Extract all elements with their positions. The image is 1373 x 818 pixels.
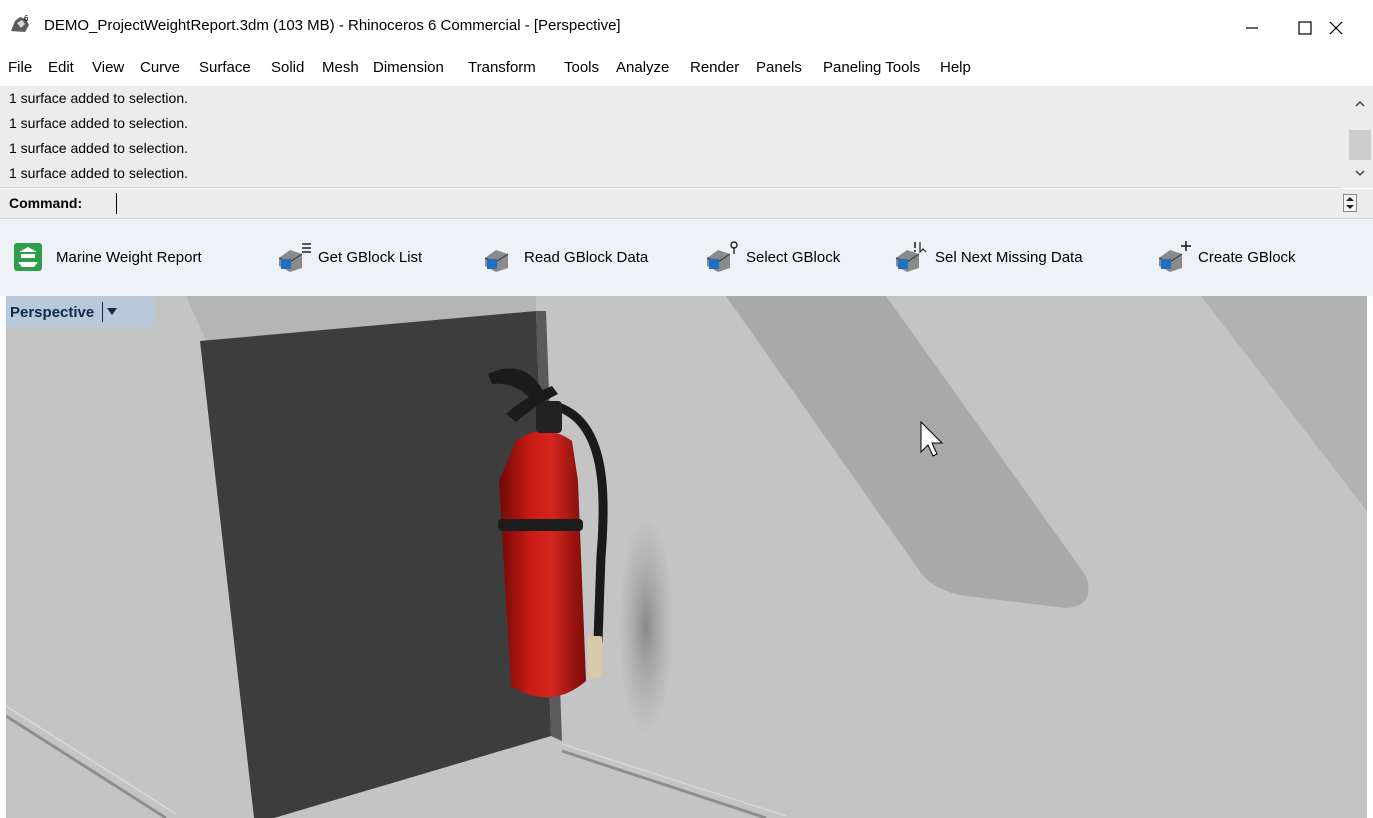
toolbar-label: Create GBlock [1198,248,1296,266]
window-title: DEMO_ProjectWeightReport.3dm (103 MB) - … [44,17,621,34]
extinguisher-strap [498,519,583,531]
history-scrollbar[interactable] [1341,86,1373,188]
create-gblock-button[interactable]: Create GBlock [1156,240,1296,274]
menu-help[interactable]: Help [940,59,971,76]
gblock-list-icon [278,243,311,272]
viewport-scene [6,296,1367,818]
minimize-button[interactable] [1222,0,1282,56]
menu-tools[interactable]: Tools [564,59,599,76]
close-icon [1329,21,1343,35]
hose-nozzle [588,636,602,678]
history-line: 1 surface added to selection. [9,140,189,156]
extinguisher-valve [536,401,562,433]
menu-surface[interactable]: Surface [199,59,251,76]
scroll-up-button[interactable] [1349,94,1371,114]
marine-weight-report-icon [14,243,42,271]
menu-paneling-tools[interactable]: Paneling Tools [823,59,920,76]
spin-arrows-icon [1346,197,1354,209]
extinguisher-body [499,431,586,698]
command-label: Command: [9,195,83,211]
svg-text:6: 6 [24,14,29,23]
minimize-icon [1246,27,1258,29]
menu-render[interactable]: Render [690,59,739,76]
toolbar-label: Marine Weight Report [56,248,202,266]
command-history: 1 surface added to selection. 1 surface … [0,86,1373,188]
triangle-down-icon [106,308,117,315]
menu-edit[interactable]: Edit [48,59,74,76]
viewport-title: Perspective [10,303,95,321]
gblock-next-missing-icon [895,242,927,272]
gblock-select-icon [706,241,738,272]
menu-analyze[interactable]: Analyze [616,59,669,76]
rhino-app-icon[interactable]: 6 [9,13,31,35]
scroll-thumb[interactable] [1349,130,1371,160]
gblock-create-icon [1158,241,1191,272]
viewport-menu-button[interactable] [102,302,120,322]
menu-view[interactable]: View [92,59,124,76]
command-spinner[interactable] [1343,194,1357,212]
marine-toolbar: Marine Weight Report Get GBlock List Rea… [0,220,1373,296]
toolbar-label: Get GBlock List [318,248,423,266]
title-bar: 6 DEMO_ProjectWeightReport.3dm (103 MB) … [0,0,1373,56]
menu-transform[interactable]: Transform [468,59,536,76]
menu-file[interactable]: File [8,59,32,76]
menu-dimension[interactable]: Dimension [373,59,444,76]
select-gblock-button[interactable]: Select GBlock [704,240,840,274]
viewport-tab[interactable]: Perspective [6,296,154,328]
chevron-down-icon [1355,170,1365,176]
wall-smudge [618,516,674,736]
menu-curve[interactable]: Curve [140,59,180,76]
perspective-viewport[interactable]: Perspective [6,296,1367,818]
chevron-up-icon [1355,101,1365,107]
history-line: 1 surface added to selection. [9,115,189,131]
menu-mesh[interactable]: Mesh [322,59,359,76]
get-gblock-list-button[interactable]: Get GBlock List [276,240,422,274]
sel-next-missing-data-button[interactable]: Sel Next Missing Data [893,240,1083,274]
history-line: 1 surface added to selection. [9,90,189,106]
menu-solid[interactable]: Solid [271,59,304,76]
gblock-read-icon [484,250,509,272]
read-gblock-data-button[interactable]: Read GBlock Data [482,240,648,274]
close-button[interactable] [1306,0,1366,56]
toolbar-label: Sel Next Missing Data [935,248,1083,266]
history-line: 1 surface added to selection. [9,165,189,181]
toolbar-label: Select GBlock [746,248,841,266]
toolbar-label: Read GBlock Data [524,248,649,266]
marine-weight-report-button[interactable]: Marine Weight Report [10,240,202,274]
command-line: Command: [0,189,1373,219]
command-input[interactable] [116,193,1316,214]
scroll-down-button[interactable] [1349,163,1371,183]
menu-bar: File Edit View Curve Surface Solid Mesh … [0,56,1373,84]
dark-bulkhead [200,311,551,818]
menu-panels[interactable]: Panels [756,59,802,76]
